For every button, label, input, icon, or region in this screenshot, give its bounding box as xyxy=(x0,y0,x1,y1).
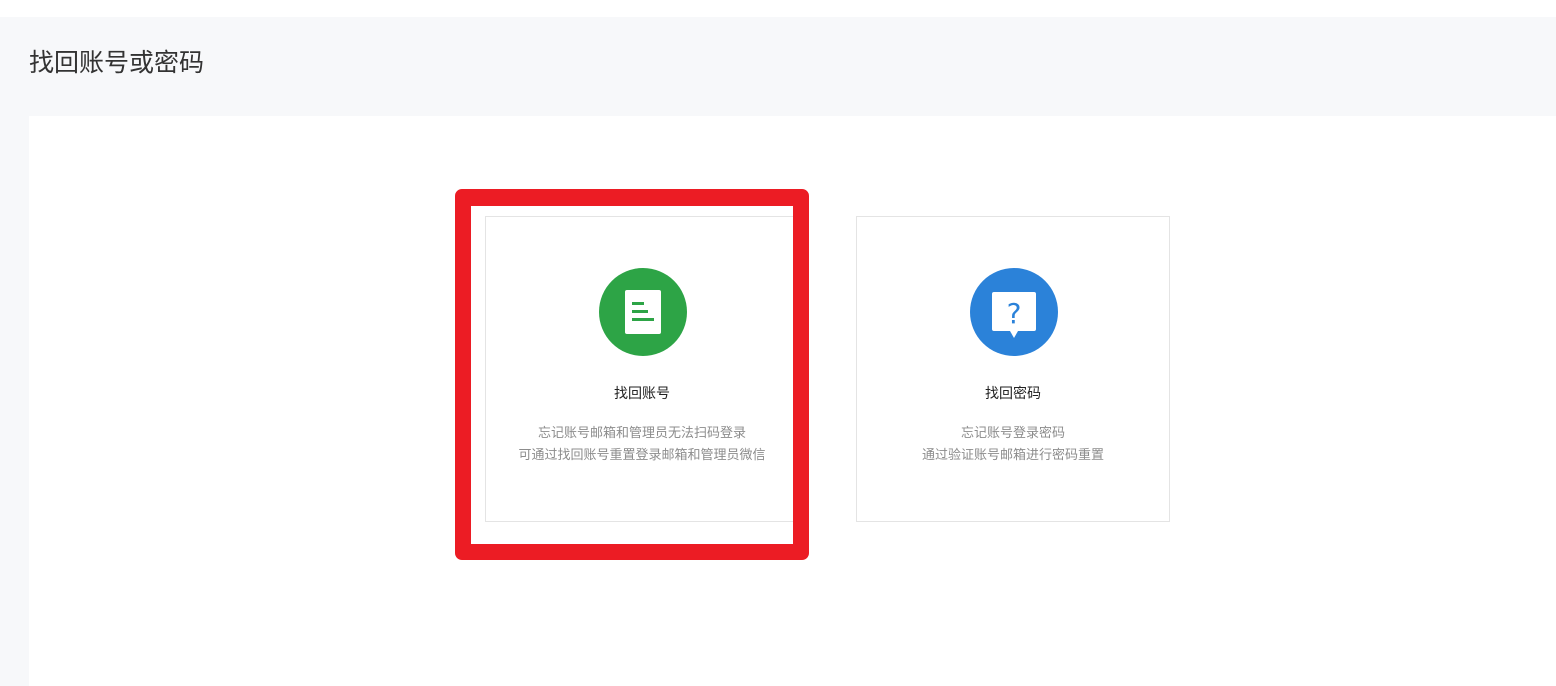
svg-text:?: ? xyxy=(1007,297,1022,330)
recover-password-desc-line-1: 忘记账号登录密码 xyxy=(960,426,1065,441)
page-background: 找回账号或密码 找回账号 忘记账号邮箱和管理员无法扫码登录 可通过找回账号重置登… xyxy=(0,17,1556,686)
recover-password-description: 忘记账号登录密码 通过验证账号邮箱进行密码重置 xyxy=(857,423,1169,467)
recover-account-title: 找回账号 xyxy=(614,386,670,402)
recover-password-card[interactable]: ? 找回密码 忘记账号登录密码 通过验证账号邮箱进行密码重置 xyxy=(856,216,1170,522)
recover-account-desc-line-1: 忘记账号邮箱和管理员无法扫码登录 xyxy=(537,426,746,441)
document-icon xyxy=(599,268,687,356)
top-strip xyxy=(0,0,1556,17)
recover-account-card[interactable]: 找回账号 忘记账号邮箱和管理员无法扫码登录 可通过找回账号重置登录邮箱和管理员微… xyxy=(485,216,799,522)
recover-password-title: 找回密码 xyxy=(985,386,1041,402)
recover-password-desc-line-2: 通过验证账号邮箱进行密码重置 xyxy=(921,448,1104,463)
content-panel: 找回账号 忘记账号邮箱和管理员无法扫码登录 可通过找回账号重置登录邮箱和管理员微… xyxy=(29,116,1556,686)
recover-account-description: 忘记账号邮箱和管理员无法扫码登录 可通过找回账号重置登录邮箱和管理员微信 xyxy=(486,423,798,467)
page-title: 找回账号或密码 xyxy=(29,48,205,77)
recover-account-desc-line-2: 可通过找回账号重置登录邮箱和管理员微信 xyxy=(518,448,766,463)
question-bubble-icon: ? xyxy=(970,268,1058,356)
